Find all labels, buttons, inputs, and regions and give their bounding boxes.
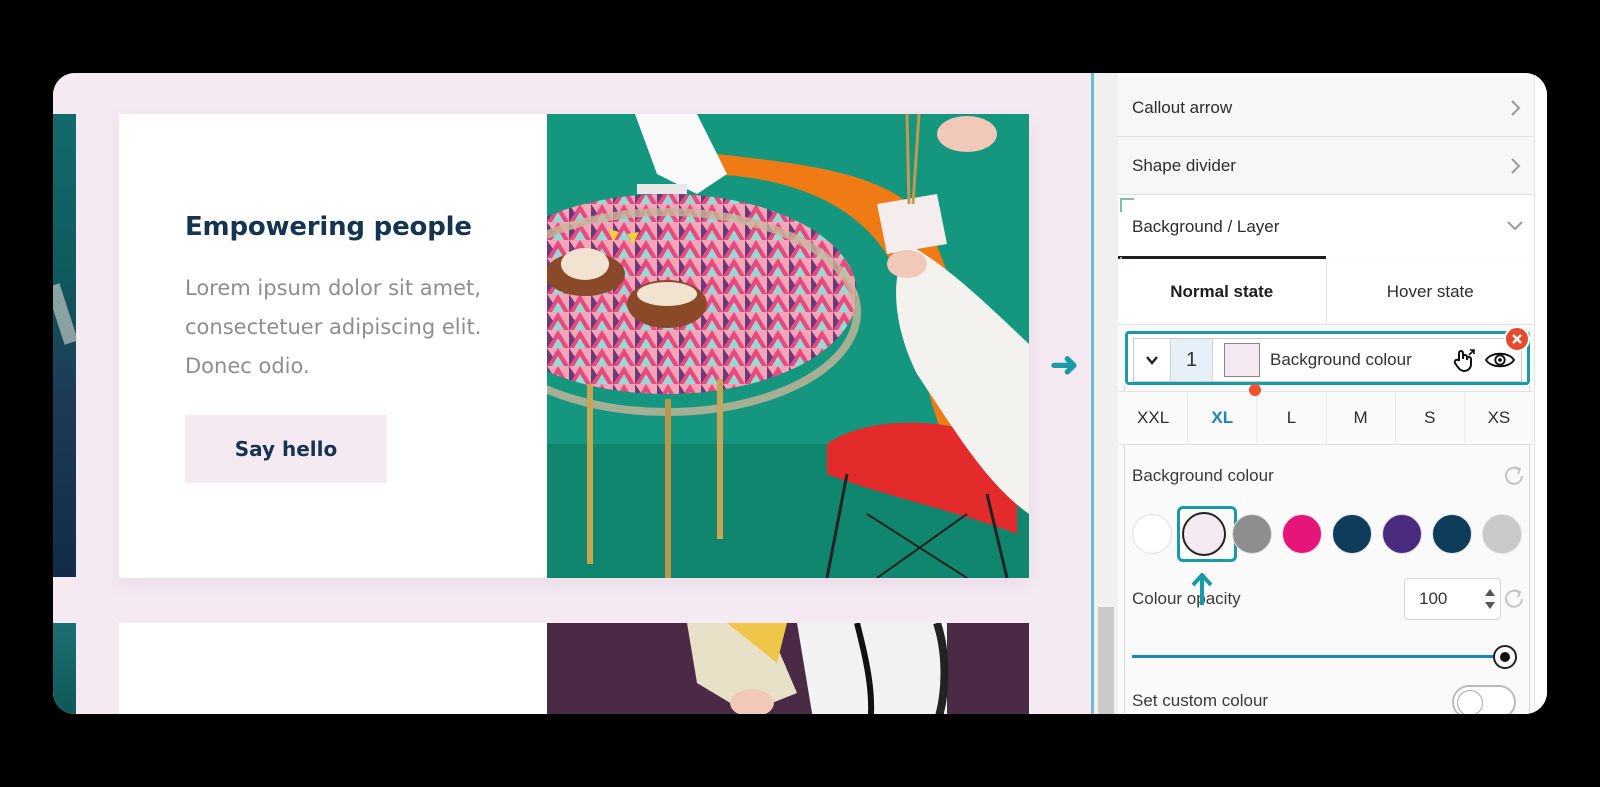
card-text-column: Empowering people Lorem ipsum dolor sit …: [119, 114, 547, 578]
accordion-label: Callout arrow: [1132, 97, 1233, 117]
accordion-label: Shape divider: [1132, 155, 1236, 175]
say-hello-button[interactable]: Say hello: [185, 415, 387, 483]
photo-illustration: [547, 114, 1029, 578]
opacity-value: 100: [1419, 589, 1448, 608]
card-title: Empowering people: [185, 212, 472, 242]
background-colour-label: Background colour: [1132, 466, 1274, 485]
accordion-callout-arrow[interactable]: Callout arrow: [1118, 79, 1534, 137]
breakpoint-tab-l[interactable]: L: [1257, 392, 1327, 444]
colour-swatches: [1132, 506, 1524, 562]
drop-target-arrow-icon: ➜: [1050, 346, 1079, 384]
content-card[interactable]: Empowering people Lorem ipsum dolor sit …: [119, 114, 1029, 578]
photo-illustration-2: [547, 623, 1029, 714]
layer-color-swatch[interactable]: [1224, 343, 1260, 377]
chevron-right-icon: [1504, 155, 1526, 177]
opacity-slider-track[interactable]: [1132, 655, 1502, 658]
swatch-navy[interactable]: [1332, 514, 1372, 554]
breakpoint-tab-s[interactable]: S: [1396, 392, 1465, 444]
layer-label: Background colour: [1270, 350, 1412, 369]
card-image: [547, 114, 1029, 578]
chevron-down-icon: [1146, 356, 1158, 365]
swatch-light-grey[interactable]: [1482, 514, 1522, 554]
neighbor-image-left-bottom: [53, 623, 76, 714]
swatch-magenta[interactable]: [1282, 514, 1322, 554]
panel-scrollbar[interactable]: [1534, 73, 1547, 714]
breakpoint-tab-xxl[interactable]: XXL: [1119, 392, 1189, 444]
reset-icon[interactable]: [1502, 464, 1526, 488]
layer-item[interactable]: 1 Background colour: [1125, 331, 1530, 385]
content-card-2[interactable]: [119, 623, 1029, 714]
remove-layer-close-icon[interactable]: [1504, 326, 1530, 352]
chevron-down-icon: [1504, 214, 1526, 236]
swatch-grey[interactable]: [1232, 514, 1272, 554]
layer-collapse-toggle[interactable]: [1134, 339, 1171, 381]
app-frame: Empowering people Lorem ipsum dolor sit …: [53, 73, 1547, 714]
preview-scrollbar[interactable]: [1094, 73, 1118, 714]
swatch-light-pink[interactable]: [1182, 512, 1226, 556]
custom-colour-toggle[interactable]: [1452, 685, 1516, 714]
breakpoint-label: XL: [1211, 408, 1234, 427]
swatch-navy-2[interactable]: [1432, 514, 1472, 554]
focus-corner-mark: [1120, 198, 1134, 212]
increment-icon[interactable]: [1484, 586, 1496, 598]
layer-index: 1: [1171, 339, 1213, 381]
tab-hover-state[interactable]: Hover state: [1327, 259, 1535, 324]
accordion-background-layer[interactable]: Background / Layer: [1118, 196, 1534, 257]
swatch-white[interactable]: [1132, 514, 1172, 554]
chevron-right-icon: [1504, 97, 1526, 119]
breakpoint-tabs: XXL XL L M S XS: [1119, 384, 1533, 445]
reset-icon[interactable]: [1502, 587, 1526, 611]
card-image-2: [547, 623, 1029, 714]
card-body: Lorem ipsum dolor sit amet, consectetuer…: [185, 276, 482, 378]
settings-panel: Callout arrow Shape divider Background /…: [1118, 73, 1547, 714]
colour-opacity-label: Colour opacity: [1132, 589, 1241, 608]
decrement-icon[interactable]: [1484, 600, 1496, 612]
swatch-purple[interactable]: [1382, 514, 1422, 554]
opacity-input[interactable]: 100: [1404, 578, 1501, 620]
accordion-label: Background / Layer: [1132, 216, 1280, 236]
breakpoint-tab-m[interactable]: M: [1327, 392, 1396, 444]
breakpoint-tab-xs[interactable]: XS: [1465, 392, 1533, 444]
arrow-up-icon: [1190, 572, 1214, 612]
tab-normal-state[interactable]: Normal state: [1118, 259, 1327, 324]
accordion-shape-divider[interactable]: Shape divider: [1118, 137, 1534, 195]
neighbor-image-left: [53, 114, 76, 577]
breakpoint-tab-xl[interactable]: XL: [1188, 384, 1262, 444]
opacity-slider-thumb[interactable]: [1493, 645, 1517, 669]
custom-colour-label: Set custom colour: [1132, 691, 1269, 710]
page-preview: Empowering people Lorem ipsum dolor sit …: [53, 73, 1091, 714]
state-tabs: Normal state Hover state: [1118, 259, 1534, 325]
drag-hand-icon[interactable]: [1449, 345, 1479, 375]
scrollbar-thumb[interactable]: [1098, 607, 1114, 714]
